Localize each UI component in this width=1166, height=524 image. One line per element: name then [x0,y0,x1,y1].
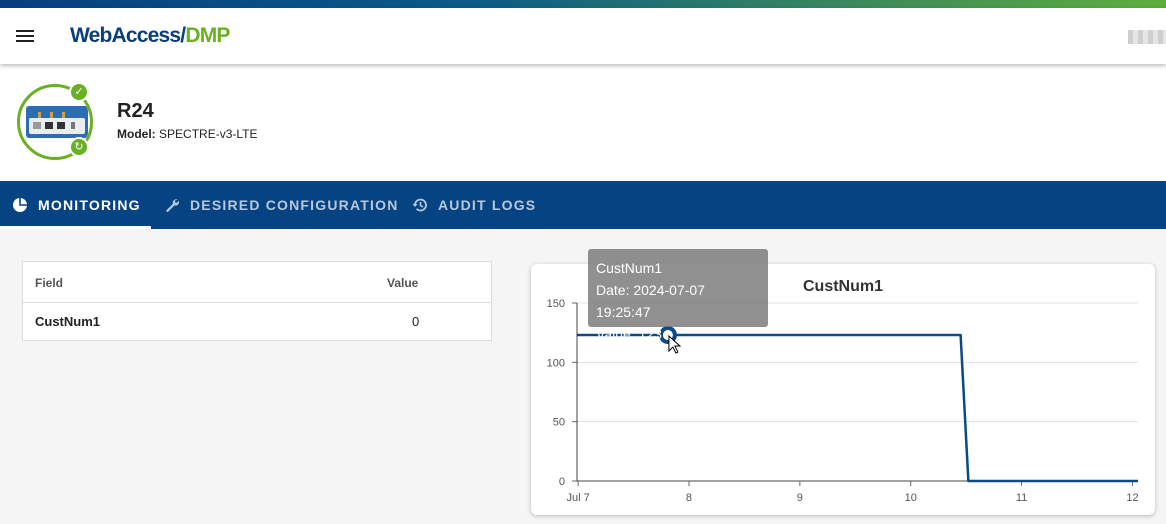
chart-title: CustNum1 [803,278,883,295]
y-tick-label: 50 [553,417,565,429]
app-header: WebAccess/DMP [0,8,1166,64]
tooltip-value: Value: 123 [596,326,662,342]
wrench-icon [166,199,180,213]
router-image [26,106,88,138]
active-tab-indicator [0,226,151,229]
brand-logo[interactable]: WebAccess/DMP [70,24,230,48]
device-name: R24 [117,100,154,122]
y-tick-label: 100 [547,357,565,369]
device-model: Model: SPECTRE-v3-LTE [117,127,257,141]
table-row[interactable]: CustNum1 0 [23,303,491,341]
model-value: SPECTRE-v3-LTE [159,127,258,141]
x-tick-label: 10 [905,492,917,504]
x-tick-label: 9 [797,492,803,504]
tab-bar: MONITORING DESIRED CONFIGURATION AUDIT L… [0,181,1166,229]
pie-chart-icon [13,198,27,212]
column-header-value[interactable]: Value [387,276,418,290]
device-header: ✓ ↻ R24 Model: SPECTRE-v3-LTE [0,64,1166,181]
sync-icon[interactable]: ↻ [69,137,89,157]
x-tick-label: 12 [1126,492,1138,504]
column-header-field[interactable]: Field [35,276,63,290]
brand-name: WebAccess/ [70,24,186,47]
tab-monitoring[interactable]: MONITORING [12,181,141,229]
tab-desired-configuration[interactable]: DESIRED CONFIGURATION [164,181,399,229]
brand-suffix: DMP [185,24,230,47]
field-value-cell: 0 [412,314,420,329]
check-circle-icon: ✓ [69,82,89,102]
table-header: Field Value [23,262,491,303]
top-gradient-strip [0,0,1166,8]
x-tick-label: Jul 7 [566,492,589,504]
model-label: Model: [117,127,156,141]
tab-label: DESIRED CONFIGURATION [190,197,399,213]
x-tick-label: 8 [686,492,692,504]
y-tick-label: 150 [547,298,565,310]
tab-audit-logs[interactable]: AUDIT LOGS [412,181,536,229]
chart-tooltip: CustNum1 Date: 2024-07-07 19:25:47 Value… [588,249,768,342]
field-value-table: Field Value CustNum1 0 [22,261,492,341]
tooltip-date: Date: 2024-07-07 19:25:47 [596,282,705,320]
field-name-cell: CustNum1 [35,314,101,329]
tab-label: AUDIT LOGS [438,197,537,213]
user-menu-blurred[interactable] [1128,30,1166,44]
history-icon [412,198,427,212]
tab-label: MONITORING [38,197,141,213]
tooltip-title: CustNum1 [596,260,663,276]
y-tick-label: 0 [559,476,565,488]
hamburger-menu-icon[interactable] [14,25,38,47]
series-line [577,333,1138,483]
x-tick-label: 11 [1016,492,1027,504]
